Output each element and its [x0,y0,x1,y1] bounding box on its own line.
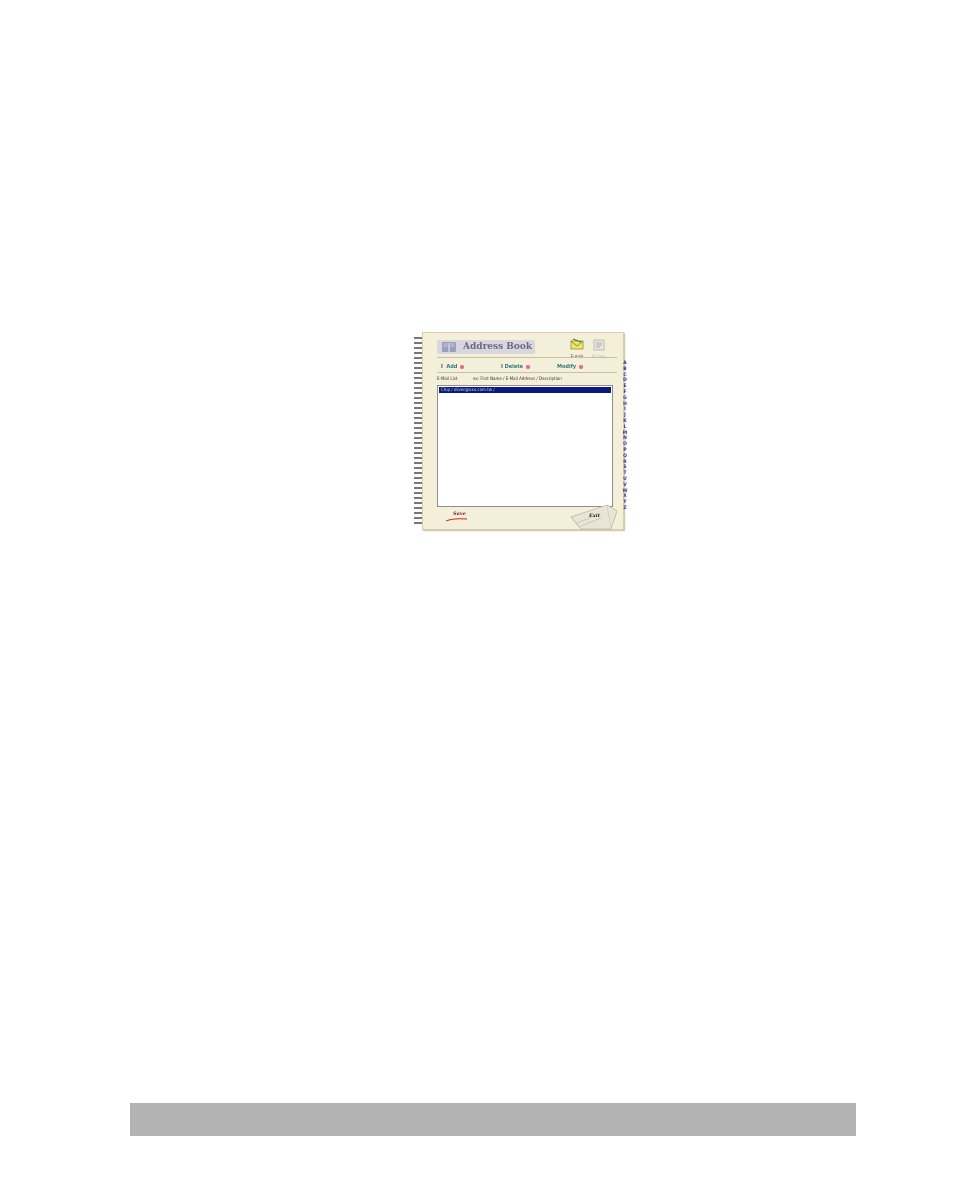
delete-dot-icon [526,364,531,369]
list-header: E-Mail List ex: First Name / E-Mail Addr… [437,375,613,383]
add-button[interactable]: I Add [441,363,465,371]
address-book-window: Address Book E-mail E-copy I Add I Delet… [412,330,627,531]
add-label: Add [446,364,458,370]
divider-bottom [437,372,617,373]
footer-bar [130,1103,856,1136]
save-button[interactable]: Save [445,511,469,523]
envelope-icon [570,338,584,350]
open-book-icon [442,342,456,352]
list-item[interactable]: Chip / oliver@xxx.com.tw / [439,387,611,393]
modify-dot-icon [579,364,584,369]
modify-button[interactable]: Modify [557,363,584,371]
notebook-page: Address Book E-mail E-copy I Add I Delet… [422,332,627,531]
copier-icon [593,339,605,351]
modify-label: Modify [557,364,577,370]
exit-button[interactable]: Exit [567,503,619,531]
alphabet-letter[interactable]: Z [620,506,630,512]
delete-button[interactable]: I Delete [501,363,531,371]
delete-label: Delete [504,364,524,370]
save-label: Save [453,511,466,517]
add-dot-icon [460,364,465,369]
email-list[interactable]: Chip / oliver@xxx.com.tw / [437,385,613,507]
list-title: E-Mail List [437,376,458,381]
exit-label: Exit [589,513,601,519]
divider-top [437,357,617,358]
alphabet-index: ABCDEFGHIJKLMNOPQRSTUVWXYZ [620,361,630,512]
window-title: Address Book [463,342,533,352]
list-hint: ex: First Name / E-Mail Address / Descri… [473,376,562,381]
title-banner: Address Book [437,340,535,354]
